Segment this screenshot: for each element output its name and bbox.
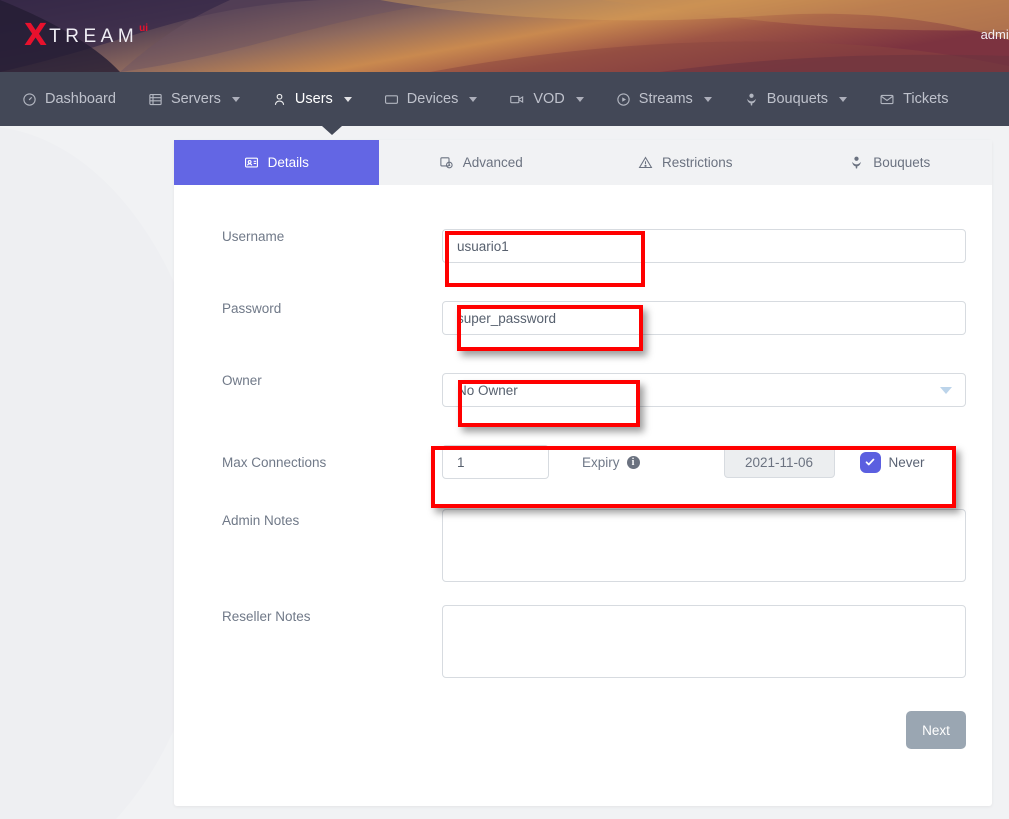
tab-label: Details xyxy=(268,155,309,170)
tab-label: Restrictions xyxy=(662,155,733,170)
nav-label: Servers xyxy=(171,91,221,107)
bouquet-icon xyxy=(849,155,864,170)
account-menu[interactable]: admin xyxy=(981,27,1009,42)
chevron-down-icon xyxy=(839,97,847,102)
active-nav-pointer xyxy=(322,126,342,135)
tab-label: Advanced xyxy=(463,155,523,170)
form-tabs: Details Advanced Restrictions xyxy=(174,140,992,185)
expiry-label-group: Expiry i xyxy=(582,455,640,470)
video-icon xyxy=(509,92,525,107)
logo-x-icon: X xyxy=(24,22,47,50)
nav-item-users[interactable]: Users xyxy=(256,72,368,126)
admin-notes-label: Admin Notes xyxy=(174,509,442,528)
never-label: Never xyxy=(889,455,925,470)
owner-label: Owner xyxy=(174,373,442,388)
play-circle-icon xyxy=(616,92,631,107)
form-row-reseller-notes: Reseller Notes xyxy=(174,605,992,683)
form-row-admin-notes: Admin Notes xyxy=(174,509,992,587)
nav-item-devices[interactable]: Devices xyxy=(368,72,494,126)
nav-item-streams[interactable]: Streams xyxy=(600,72,728,126)
chevron-down-icon xyxy=(576,97,584,102)
next-button[interactable]: Next xyxy=(906,711,966,749)
chevron-down-icon xyxy=(344,97,352,102)
logo-superscript: ui xyxy=(139,22,148,36)
expiry-date-input[interactable] xyxy=(724,446,835,478)
sliders-icon xyxy=(439,155,454,170)
chevron-down-icon xyxy=(469,97,477,102)
user-details-form: Username Password Owner xyxy=(174,229,992,749)
banner-artwork xyxy=(0,0,1009,72)
never-checkbox[interactable] xyxy=(861,453,880,472)
max-connections-label: Max Connections xyxy=(174,455,442,470)
page-root: X TREAM ui admin Dashboard Servers xyxy=(0,0,1009,819)
devices-icon xyxy=(384,92,399,107)
nav-item-dashboard[interactable]: Dashboard xyxy=(0,72,132,126)
form-row-password: Password xyxy=(174,301,992,335)
nav-label: Users xyxy=(295,91,333,107)
tab-advanced[interactable]: Advanced xyxy=(379,140,584,185)
user-form-card: Details Advanced Restrictions xyxy=(174,140,992,806)
nav-label: Bouquets xyxy=(767,91,828,107)
logo-wordmark: TREAM xyxy=(49,22,138,52)
password-label: Password xyxy=(174,301,442,316)
username-input[interactable] xyxy=(442,229,966,263)
nav-label: Tickets xyxy=(903,91,948,107)
form-row-username: Username xyxy=(174,229,992,263)
nav-item-vod[interactable]: VOD xyxy=(493,72,599,126)
id-card-icon xyxy=(244,155,259,170)
tab-details[interactable]: Details xyxy=(174,140,379,185)
admin-notes-textarea[interactable] xyxy=(442,509,966,582)
password-input[interactable] xyxy=(442,301,966,335)
owner-select-value[interactable] xyxy=(442,373,966,407)
username-label: Username xyxy=(174,229,442,244)
tab-label: Bouquets xyxy=(873,155,930,170)
servers-icon xyxy=(148,92,163,107)
dashboard-icon xyxy=(22,92,37,107)
nav-item-servers[interactable]: Servers xyxy=(132,72,256,126)
nav-label: Dashboard xyxy=(45,91,116,107)
chevron-down-icon xyxy=(232,97,240,102)
never-checkbox-group[interactable]: Never xyxy=(861,453,925,472)
nav-label: VOD xyxy=(533,91,564,107)
reseller-notes-textarea[interactable] xyxy=(442,605,966,678)
nav-item-tickets[interactable]: Tickets xyxy=(863,72,964,126)
top-banner: X TREAM ui admin xyxy=(0,0,1009,72)
tab-restrictions[interactable]: Restrictions xyxy=(583,140,788,185)
main-navigation: Dashboard Servers Users xyxy=(0,72,1009,126)
brand-logo[interactable]: X TREAM ui xyxy=(24,22,148,50)
nav-label: Streams xyxy=(639,91,693,107)
envelope-icon xyxy=(879,92,895,107)
nav-item-bouquets[interactable]: Bouquets xyxy=(728,72,863,126)
max-connections-input[interactable] xyxy=(442,445,549,479)
tab-bouquets[interactable]: Bouquets xyxy=(788,140,993,185)
form-footer: Next xyxy=(174,711,992,749)
nav-label: Devices xyxy=(407,91,459,107)
warning-icon xyxy=(638,155,653,170)
user-icon xyxy=(272,92,287,107)
reseller-notes-label: Reseller Notes xyxy=(174,605,442,624)
expiry-label: Expiry xyxy=(582,455,620,470)
form-row-owner: Owner xyxy=(174,373,992,407)
owner-select[interactable] xyxy=(442,373,966,407)
bouquet-icon xyxy=(744,92,759,107)
chevron-down-icon xyxy=(704,97,712,102)
form-row-max-connections: Max Connections Expiry i xyxy=(174,445,992,479)
info-icon[interactable]: i xyxy=(627,456,640,469)
chevron-down-icon xyxy=(940,387,952,394)
